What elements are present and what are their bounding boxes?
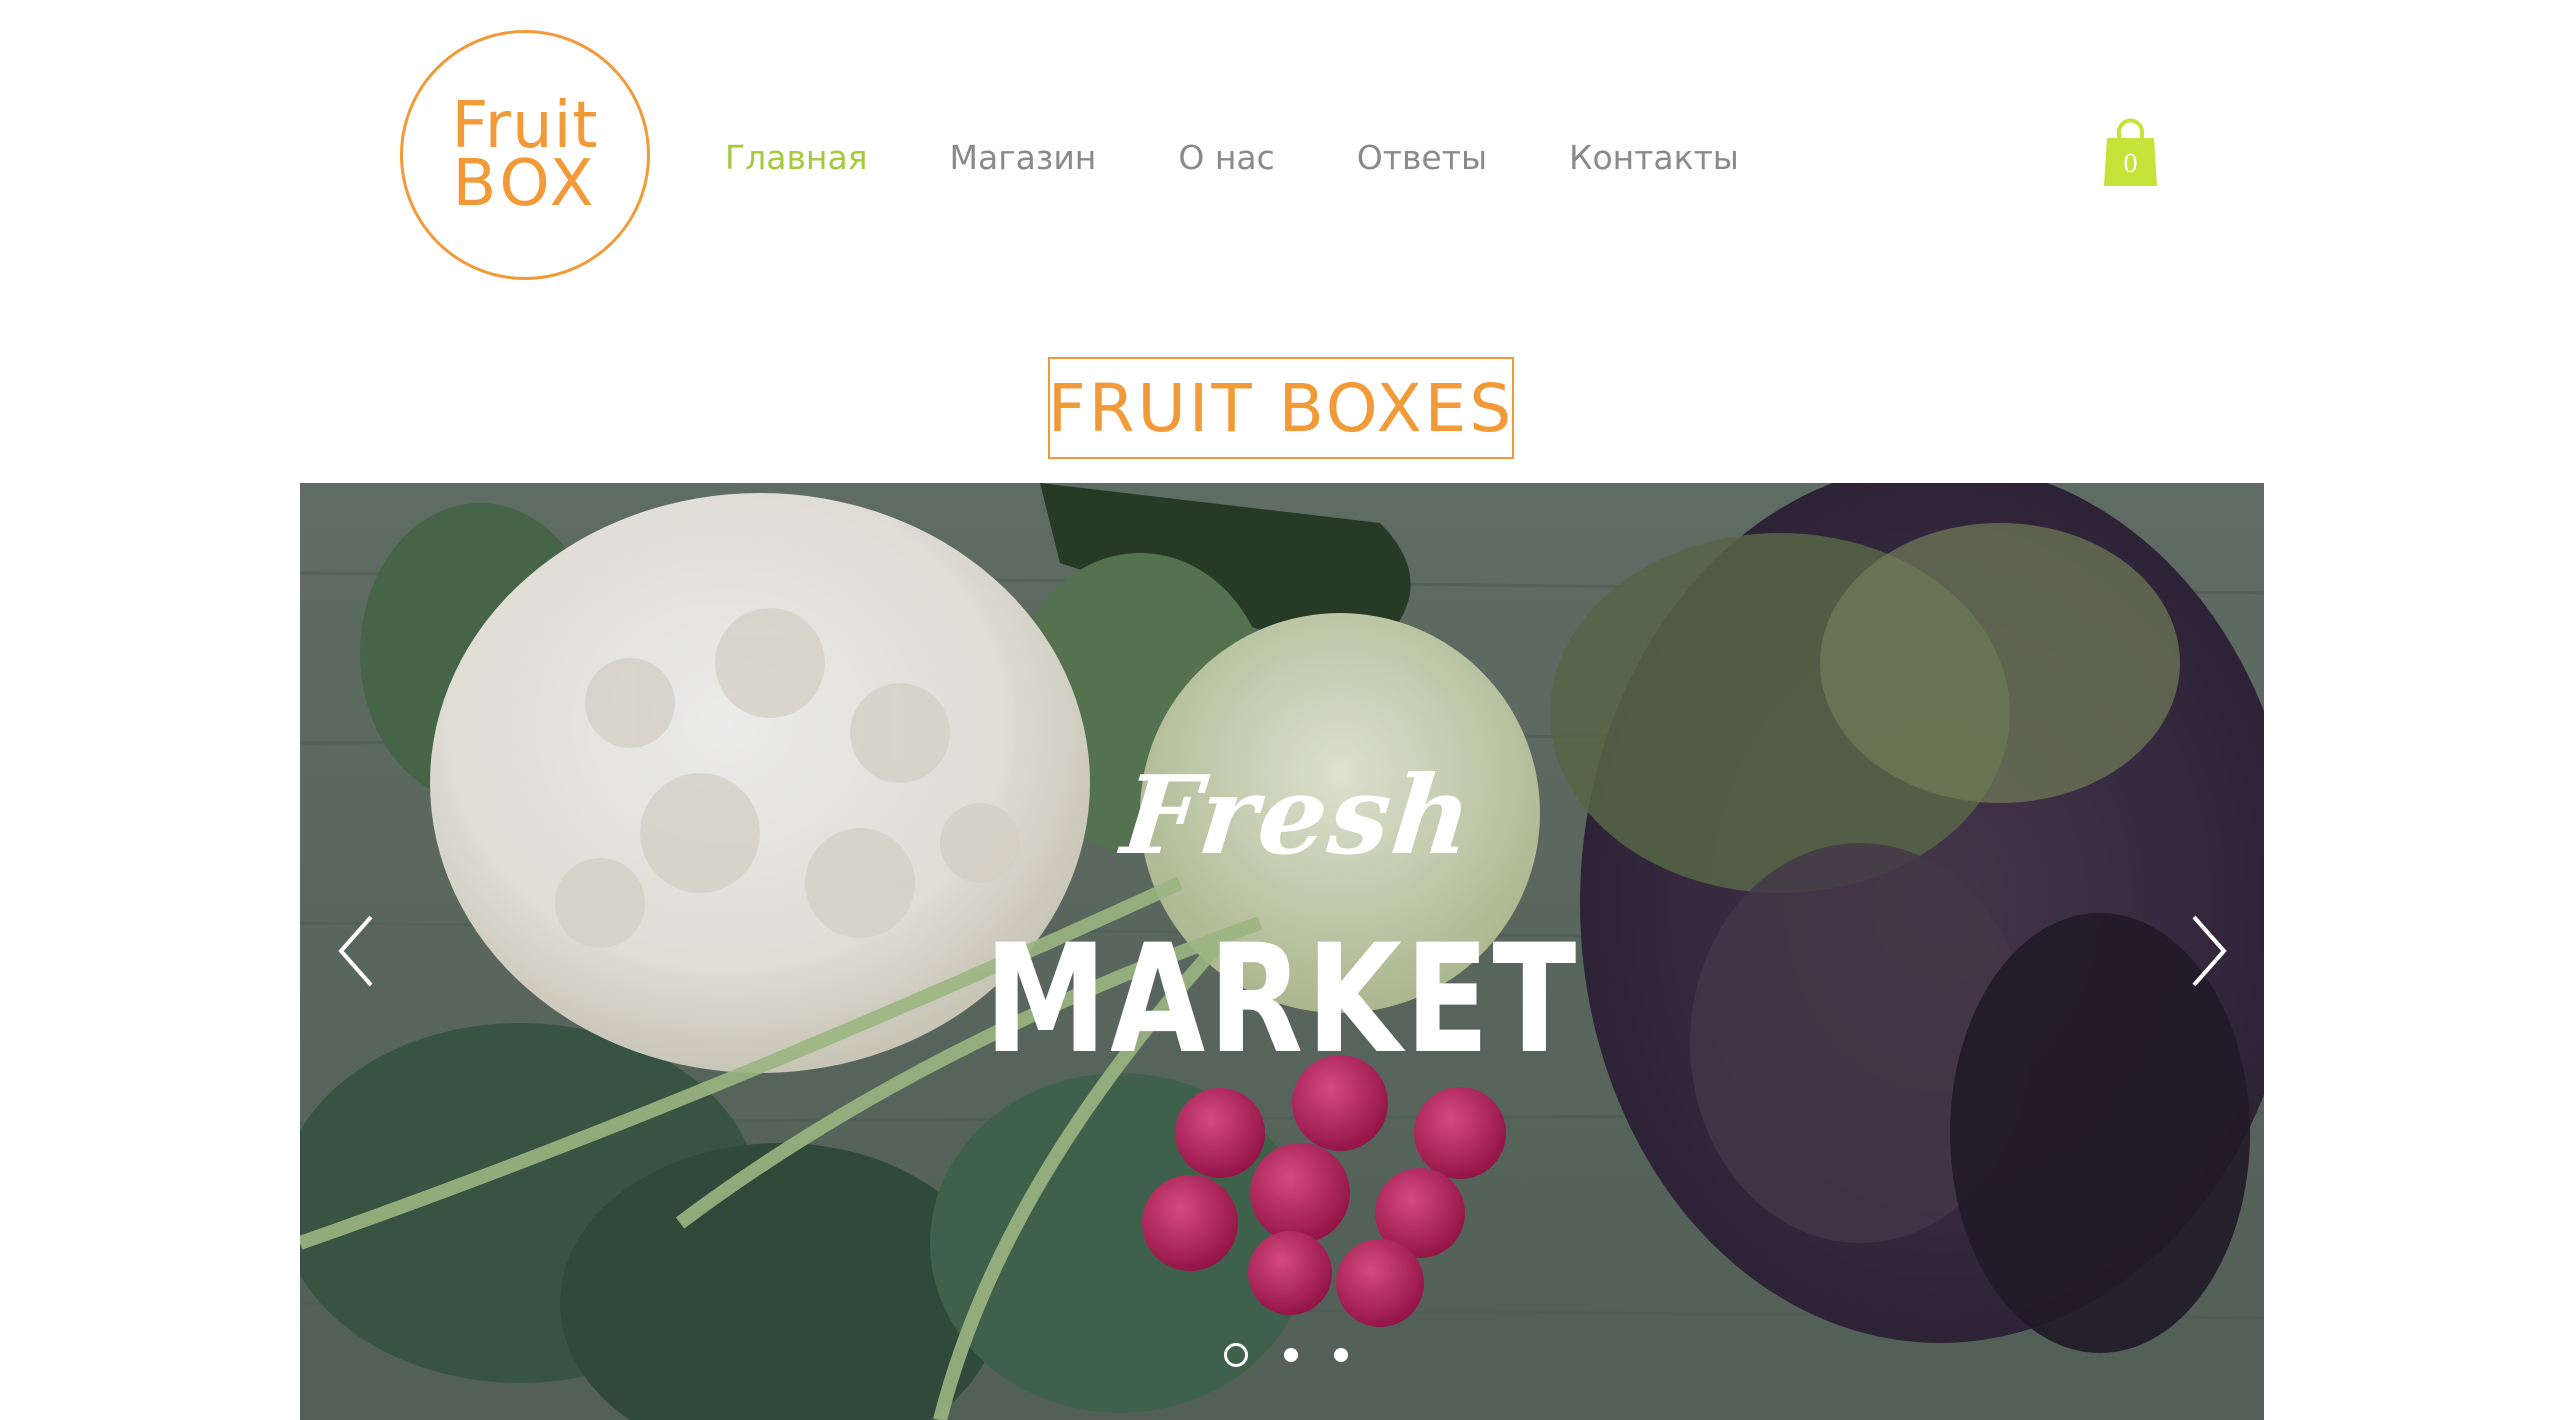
slider-next-button[interactable]	[2182, 911, 2232, 991]
chevron-left-icon	[338, 915, 373, 987]
main-nav: Главная Магазин О нас Ответы Контакты	[725, 132, 1821, 182]
slider-dot-3[interactable]	[1334, 1348, 1348, 1362]
chevron-right-icon	[2192, 915, 2227, 987]
slider-prev-button[interactable]	[333, 911, 383, 991]
slide-title-market: MARKET	[984, 913, 1580, 1087]
nav-item-about[interactable]: О нас	[1178, 138, 1274, 177]
nav-item-home[interactable]: Главная	[725, 138, 868, 177]
slider-dot-1[interactable]	[1224, 1343, 1248, 1367]
logo-text-box: BOX	[452, 147, 598, 221]
page: Fruit BOX Главная Магазин О нас Ответы К…	[0, 0, 2558, 1420]
slider-dot-2[interactable]	[1284, 1348, 1298, 1362]
slider-pagination	[304, 1343, 2264, 1367]
section-heading-text: FRUIT BOXES	[1047, 369, 1515, 447]
slide-title-fresh: Fresh	[1116, 753, 1480, 879]
cart-button[interactable]: 0	[2103, 118, 2158, 188]
nav-item-faq[interactable]: Ответы	[1357, 138, 1487, 177]
hero-slider: Fresh MARKET	[300, 483, 2264, 1420]
section-heading: FRUIT BOXES	[1048, 357, 1514, 459]
cart-count: 0	[2122, 150, 2139, 178]
nav-item-shop[interactable]: Магазин	[950, 138, 1097, 177]
nav-item-contacts[interactable]: Контакты	[1569, 138, 1739, 177]
site-logo[interactable]: Fruit BOX	[400, 30, 650, 280]
